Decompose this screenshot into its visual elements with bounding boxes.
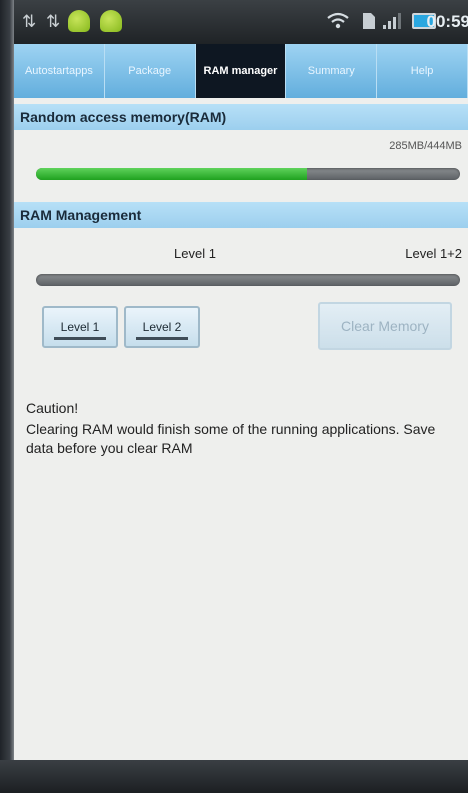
- usb-icon: ⇅: [22, 12, 37, 31]
- usb-icon: ⇅: [46, 12, 61, 31]
- status-bar: ⇅ ⇅ 00:59: [14, 0, 468, 44]
- device-frame-bottom: [0, 760, 468, 793]
- level-1-button-label: Level 1: [60, 320, 100, 334]
- tab-ram-manager[interactable]: RAM manager: [195, 44, 287, 98]
- level-2-button-label: Level 2: [142, 320, 182, 334]
- sim-icon: [363, 13, 375, 29]
- tab-summary[interactable]: Summary: [286, 44, 378, 98]
- level-2-button[interactable]: Level 2: [124, 306, 200, 348]
- level-2-indicator: [136, 337, 188, 340]
- android-icon: [100, 10, 122, 32]
- level-1-indicator: [54, 337, 106, 340]
- device-frame-left: [0, 0, 14, 793]
- clear-level-slider[interactable]: [36, 274, 460, 286]
- tab-autostartapps[interactable]: Autostartapps: [14, 44, 105, 98]
- wifi-icon: [327, 12, 349, 29]
- screen: ⇅ ⇅ 00:59 Autostartapps Package RAM mana…: [14, 0, 468, 760]
- ram-management-header: RAM Management: [14, 202, 468, 228]
- tab-package[interactable]: Package: [104, 44, 196, 98]
- caution-message: Clearing RAM would finish some of the ru…: [26, 421, 436, 456]
- level-1-label: Level 1: [174, 246, 216, 261]
- ram-usage-value: 285MB/444MB: [389, 140, 462, 152]
- level-1-2-label: Level 1+2: [405, 246, 462, 261]
- tab-help[interactable]: Help: [377, 44, 468, 98]
- tab-bar: Autostartapps Package RAM manager Summar…: [14, 44, 468, 98]
- ram-section-header: Random access memory(RAM): [14, 104, 468, 130]
- signal-icon: [383, 13, 401, 29]
- clock: 00:59: [426, 12, 468, 31]
- clear-memory-button[interactable]: Clear Memory: [318, 302, 452, 350]
- android-icon: [68, 10, 90, 32]
- caution-label: Caution!: [26, 400, 79, 416]
- ram-usage-bar: [36, 168, 460, 180]
- ram-usage-bar-fill: [36, 168, 308, 180]
- level-1-button[interactable]: Level 1: [42, 306, 118, 348]
